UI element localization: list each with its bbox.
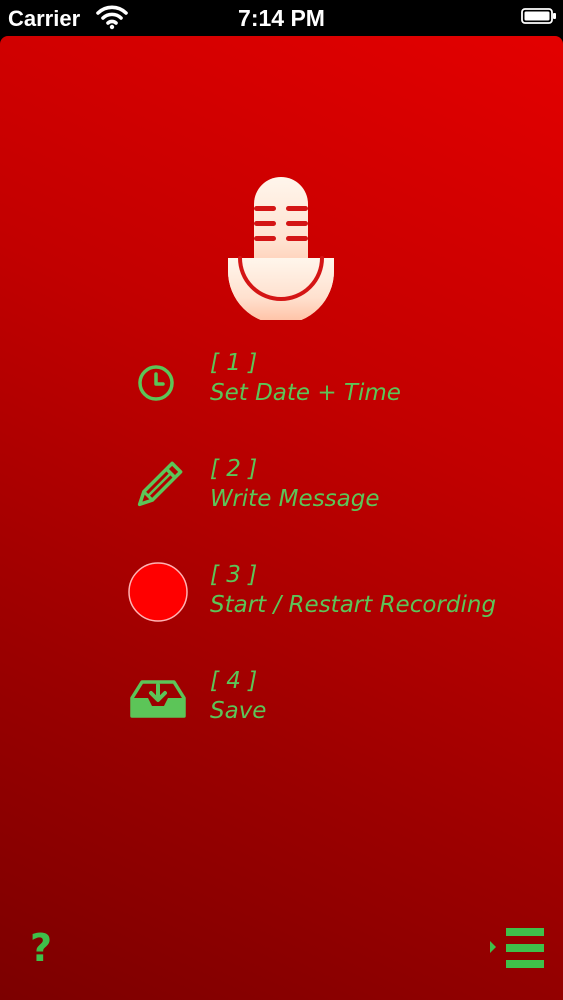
app-screen: [ 1 ] Set Date + Time [ 2 ] Write Messag… <box>0 36 563 1000</box>
step-label: Set Date + Time <box>210 380 401 406</box>
step-number: [ 3 ] <box>210 562 258 588</box>
step-write-message[interactable]: [ 2 ] Write Message <box>0 456 563 536</box>
step-save[interactable]: [ 4 ] Save <box>0 668 563 748</box>
status-time: 7:14 PM <box>238 5 325 31</box>
clock-icon <box>138 365 174 401</box>
step-label: Save <box>210 698 267 724</box>
step-label: Start / Restart Recording <box>210 592 497 618</box>
step-set-date-time[interactable]: [ 1 ] Set Date + Time <box>0 350 563 430</box>
step-start-recording[interactable]: [ 3 ] Start / Restart Recording <box>0 562 563 642</box>
pencil-icon <box>137 461 183 507</box>
record-icon[interactable] <box>126 560 190 624</box>
step-label: Write Message <box>210 486 380 512</box>
battery-icon <box>521 8 556 24</box>
step-number: [ 4 ] <box>210 668 258 694</box>
step-number: [ 2 ] <box>210 456 258 482</box>
microphone-icon <box>228 177 334 320</box>
menu-icon[interactable] <box>486 926 546 970</box>
inbox-download-icon <box>130 680 186 718</box>
step-number: [ 1 ] <box>210 350 258 376</box>
status-bar: Carrier 7:14 PM <box>0 0 563 36</box>
help-button[interactable]: ? <box>30 926 52 970</box>
